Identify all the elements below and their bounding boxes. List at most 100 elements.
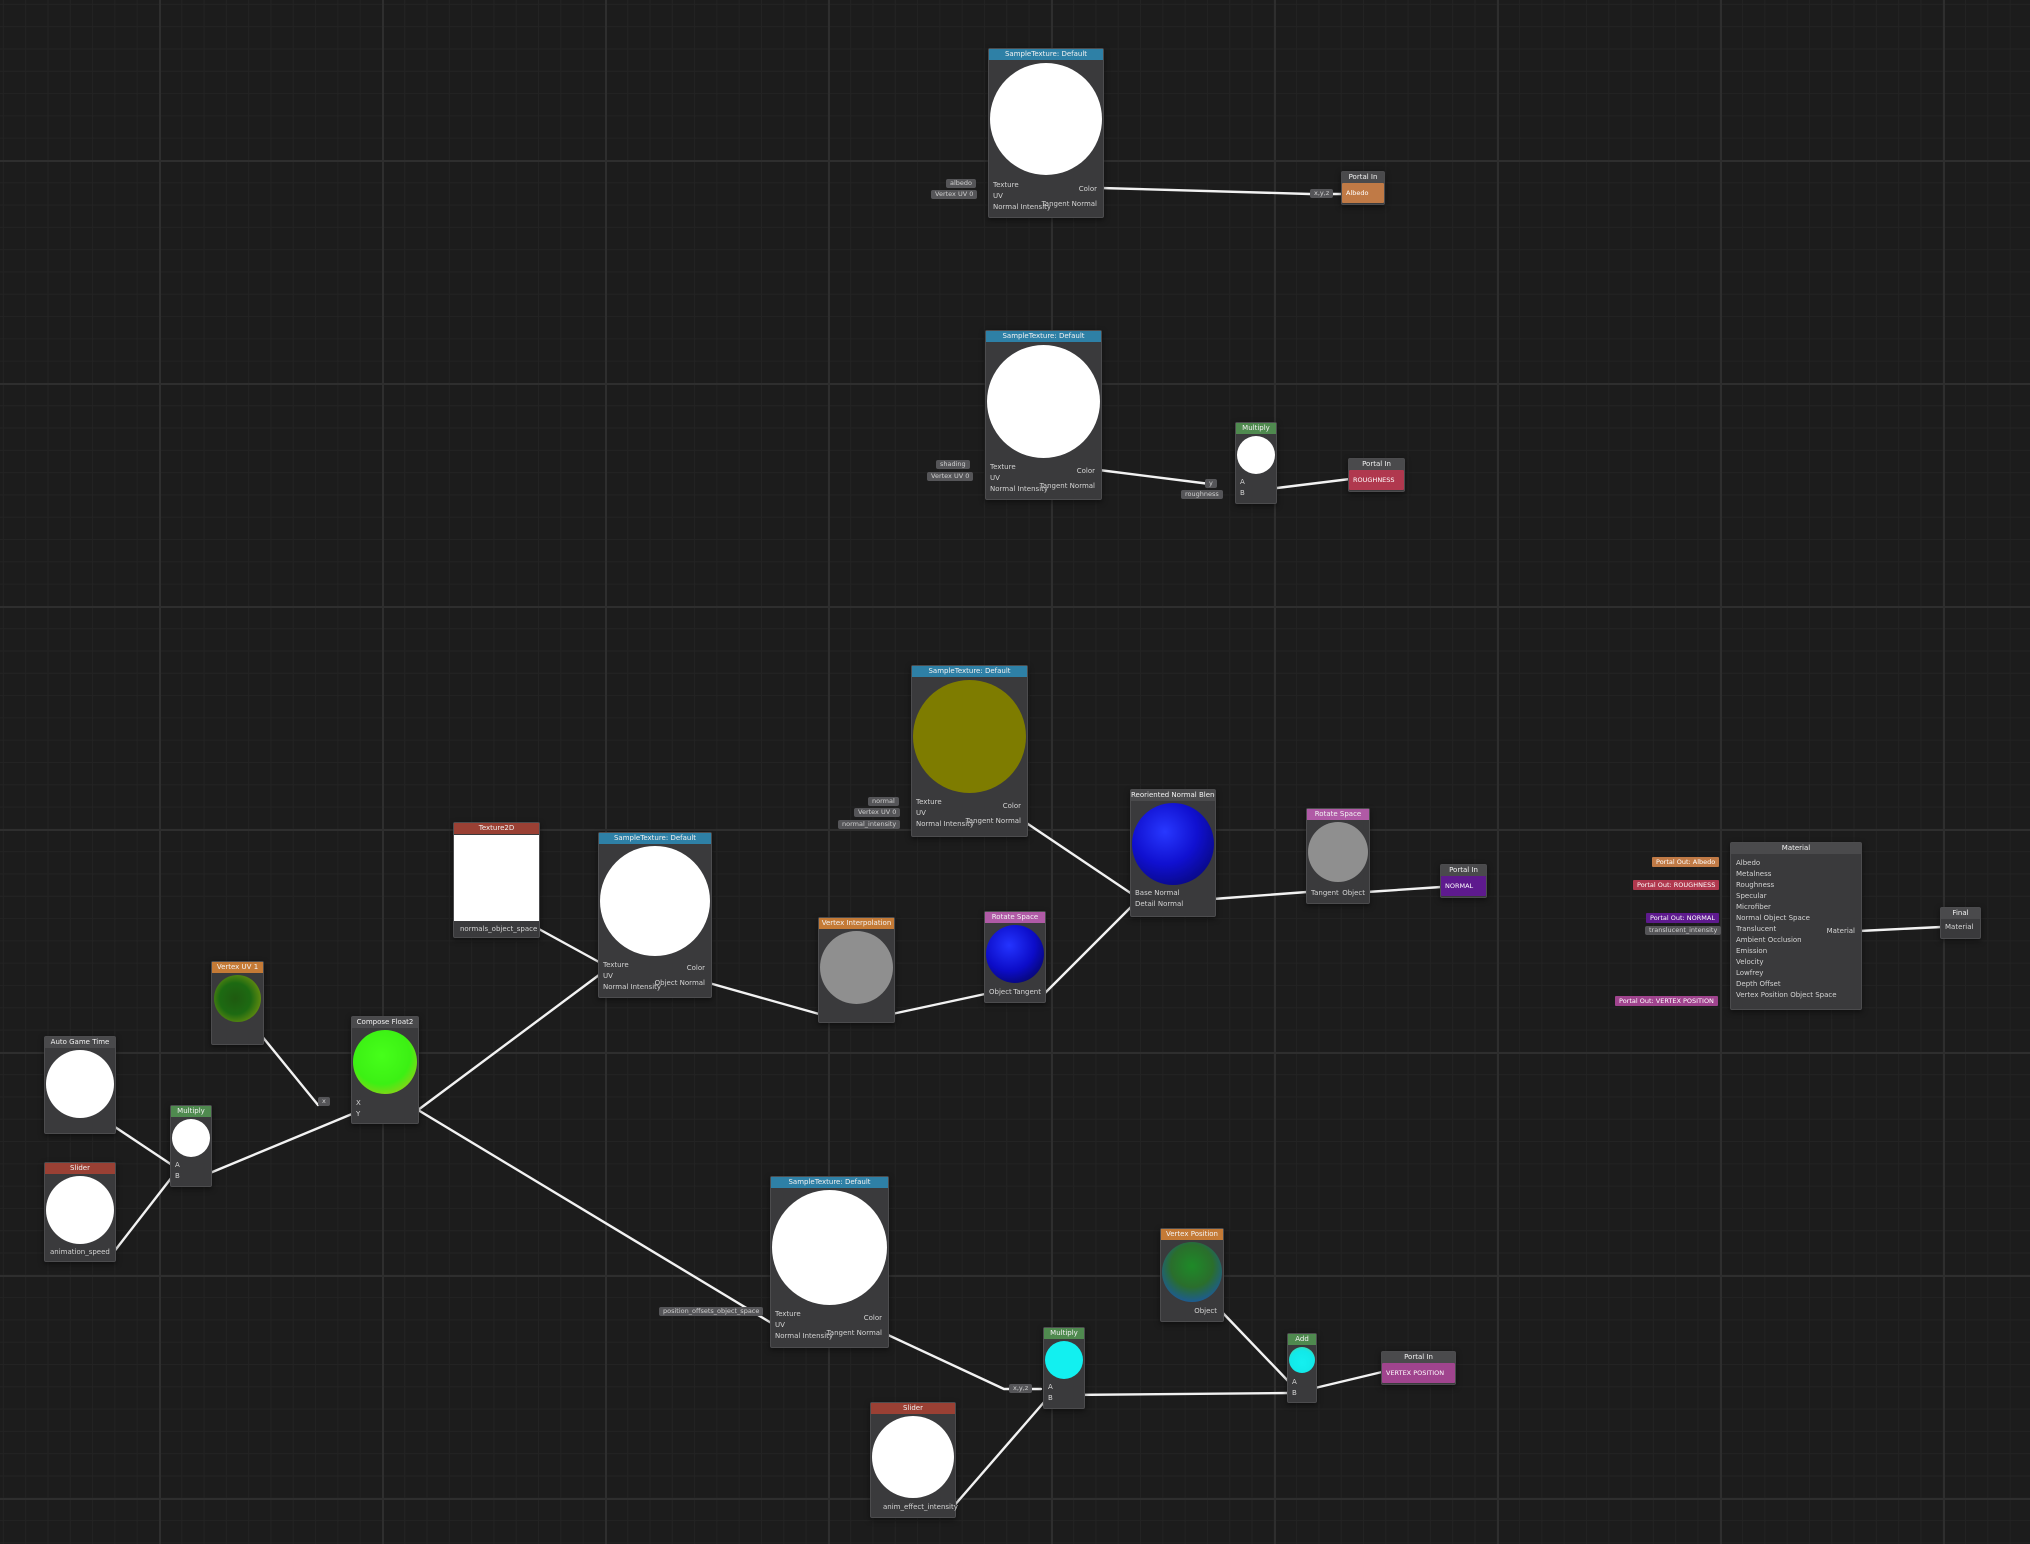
port-color[interactable]: Color [864, 1314, 882, 1323]
node-header[interactable]: SampleTexture: Default [986, 331, 1101, 342]
portal-in-albedo-node[interactable]: Portal In Albedo [1341, 171, 1385, 205]
port-texture[interactable]: Texture [603, 961, 629, 970]
vertex-position-node[interactable]: Vertex Position Object [1160, 1228, 1224, 1322]
port-velocity[interactable]: Velocity [1736, 958, 1763, 967]
port-tangent-normal[interactable]: Tangent Normal [1040, 482, 1095, 491]
texture2d-node[interactable]: Texture2D normals_object_space [453, 822, 540, 938]
port-tangent-normal[interactable]: Tangent Normal [1042, 200, 1097, 209]
node-header[interactable]: Material [1731, 843, 1861, 854]
node-header[interactable]: Vertex Position [1161, 1229, 1223, 1240]
sample-texture-shading-node[interactable]: SampleTexture: Default Texture UV Normal… [985, 330, 1102, 500]
albedo-uv-field[interactable]: Vertex UV 0 [931, 190, 978, 199]
rotate-space-tangent-object-node[interactable]: Rotate Space Tangent Object [1306, 808, 1370, 904]
port-tangent-normal[interactable]: Tangent Normal [827, 1329, 882, 1338]
node-header[interactable]: Final [1941, 908, 1980, 919]
albedo-texture-field[interactable]: albedo [946, 179, 977, 188]
shading-uv-field[interactable]: Vertex UV 0 [927, 472, 974, 481]
node-header[interactable]: SampleTexture: Default [771, 1177, 888, 1188]
rotate-space-object-tangent-node[interactable]: Rotate Space Object Tangent [984, 911, 1046, 1003]
port-color[interactable]: Color [1003, 802, 1021, 811]
vertex-interpolation-node[interactable]: Vertex Interpolation [818, 917, 895, 1023]
port-detail-normal[interactable]: Detail Normal [1135, 900, 1183, 909]
portal-out-normal[interactable]: Portal Out: NORMAL [1646, 913, 1719, 923]
node-header[interactable]: Texture2D [454, 823, 539, 834]
compose-x-field[interactable]: x [318, 1097, 330, 1106]
sample-texture-albedo-node[interactable]: SampleTexture: Default Texture UV Normal… [988, 48, 1104, 218]
port-base-normal[interactable]: Base Normal [1135, 889, 1180, 898]
shading-texture-field[interactable]: shading [936, 460, 970, 469]
port-a[interactable]: A [1292, 1378, 1297, 1387]
multiply-swizzle-field[interactable]: x,y,z [1009, 1384, 1033, 1393]
node-graph-canvas[interactable]: SampleTexture: Default Texture UV Normal… [0, 0, 2030, 1544]
slider-name[interactable]: animation_speed [50, 1248, 110, 1257]
port-emission[interactable]: Emission [1736, 947, 1767, 956]
normal-uv-field[interactable]: Vertex UV 0 [854, 808, 901, 817]
portal-out-roughness[interactable]: Portal Out: ROUGHNESS [1633, 880, 1720, 890]
port-microfiber[interactable]: Microfiber [1736, 903, 1771, 912]
port-b[interactable]: B [1048, 1394, 1053, 1403]
port-color[interactable]: Color [1079, 185, 1097, 194]
port-translucent[interactable]: Translucent [1736, 925, 1776, 934]
node-header[interactable]: Rotate Space [1307, 809, 1369, 820]
port-ambient-occlusion[interactable]: Ambient Occlusion [1736, 936, 1802, 945]
node-header[interactable]: SampleTexture: Default [599, 833, 711, 844]
port-vertex-position-object-space[interactable]: Vertex Position Object Space [1736, 991, 1837, 1000]
port-lowfrey[interactable]: Lowfrey [1736, 969, 1763, 978]
multiply-swizzle-field[interactable]: y [1205, 479, 1217, 488]
node-header[interactable]: Multiply [171, 1106, 211, 1117]
port-a[interactable]: A [175, 1161, 180, 1170]
node-header[interactable]: Slider [871, 1403, 955, 1414]
node-header[interactable]: Vertex Interpolation [819, 918, 894, 929]
port-object[interactable]: Object [989, 988, 1012, 997]
port-x[interactable]: X [356, 1099, 361, 1108]
position-offsets-texture-field[interactable]: position_offsets_object_space [659, 1307, 764, 1316]
node-header[interactable]: Portal In [1349, 459, 1404, 470]
slider-anim-effect-intensity-node[interactable]: Slider anim_effect_intensity [870, 1402, 958, 1518]
port-material-output[interactable]: Material [1827, 927, 1855, 936]
node-header[interactable]: Multiply [1236, 423, 1276, 434]
port-tangent[interactable]: Tangent [1311, 889, 1339, 898]
node-header[interactable]: Add [1288, 1334, 1316, 1345]
reoriented-normal-blend-node[interactable]: Reoriented Normal Blend Base Normal Deta… [1130, 789, 1216, 917]
port-object-normal[interactable]: Object Normal [655, 979, 705, 988]
translucent-intensity-field[interactable]: translucent_intensity [1645, 926, 1722, 935]
slider-name[interactable]: anim_effect_intensity [883, 1503, 958, 1512]
portal-out-albedo[interactable]: Portal Out: Albedo [1652, 857, 1720, 867]
port-color[interactable]: Color [1077, 467, 1095, 476]
node-header[interactable]: Multiply [1044, 1328, 1084, 1339]
port-object[interactable]: Object [1342, 889, 1365, 898]
node-header[interactable]: Compose Float2 [352, 1017, 418, 1028]
port-a[interactable]: A [1240, 478, 1245, 487]
vertex-uv1-node[interactable]: Vertex UV 1 [211, 961, 264, 1045]
node-header[interactable]: Reoriented Normal Blend [1131, 790, 1215, 801]
sample-texture-object-normal-node[interactable]: SampleTexture: Default Texture UV Normal… [598, 832, 712, 998]
multiply-position-node[interactable]: Multiply A B [1043, 1327, 1085, 1409]
slider-animation-speed-node[interactable]: Slider animation_speed [44, 1162, 116, 1262]
texture2d-asset-name[interactable]: normals_object_space [460, 925, 537, 934]
port-uv[interactable]: UV [993, 192, 1003, 201]
auto-game-time-node[interactable]: Auto Game Time [44, 1036, 116, 1134]
multiply-roughness-node[interactable]: Multiply A B [1235, 422, 1277, 504]
port-texture[interactable]: Texture [990, 463, 1016, 472]
material-node[interactable]: Material Albedo Metalness Roughness Spec… [1730, 842, 1862, 1010]
roughness-field[interactable]: roughness [1181, 490, 1223, 499]
portal-in-normal-node[interactable]: Portal In NORMAL [1440, 864, 1487, 898]
node-header[interactable]: Auto Game Time [45, 1037, 115, 1048]
port-b[interactable]: B [1240, 489, 1245, 498]
port-tangent-normal[interactable]: Tangent Normal [966, 817, 1021, 826]
port-specular[interactable]: Specular [1736, 892, 1767, 901]
port-texture[interactable]: Texture [993, 181, 1019, 190]
compose-float2-node[interactable]: Compose Float2 X Y [351, 1016, 419, 1124]
port-depth-offset[interactable]: Depth Offset [1736, 980, 1781, 989]
port-roughness[interactable]: Roughness [1736, 881, 1774, 890]
node-header[interactable]: Rotate Space [985, 912, 1045, 923]
port-color[interactable]: Color [687, 964, 705, 973]
normal-texture-field[interactable]: normal [868, 797, 899, 806]
node-header[interactable]: Portal In [1382, 1352, 1455, 1363]
port-uv[interactable]: UV [603, 972, 613, 981]
port-material-input[interactable]: Material [1945, 923, 1973, 932]
node-header[interactable]: Slider [45, 1163, 115, 1174]
port-texture[interactable]: Texture [916, 798, 942, 807]
sample-texture-position-node[interactable]: SampleTexture: Default Texture UV Normal… [770, 1176, 889, 1348]
port-a[interactable]: A [1048, 1383, 1053, 1392]
